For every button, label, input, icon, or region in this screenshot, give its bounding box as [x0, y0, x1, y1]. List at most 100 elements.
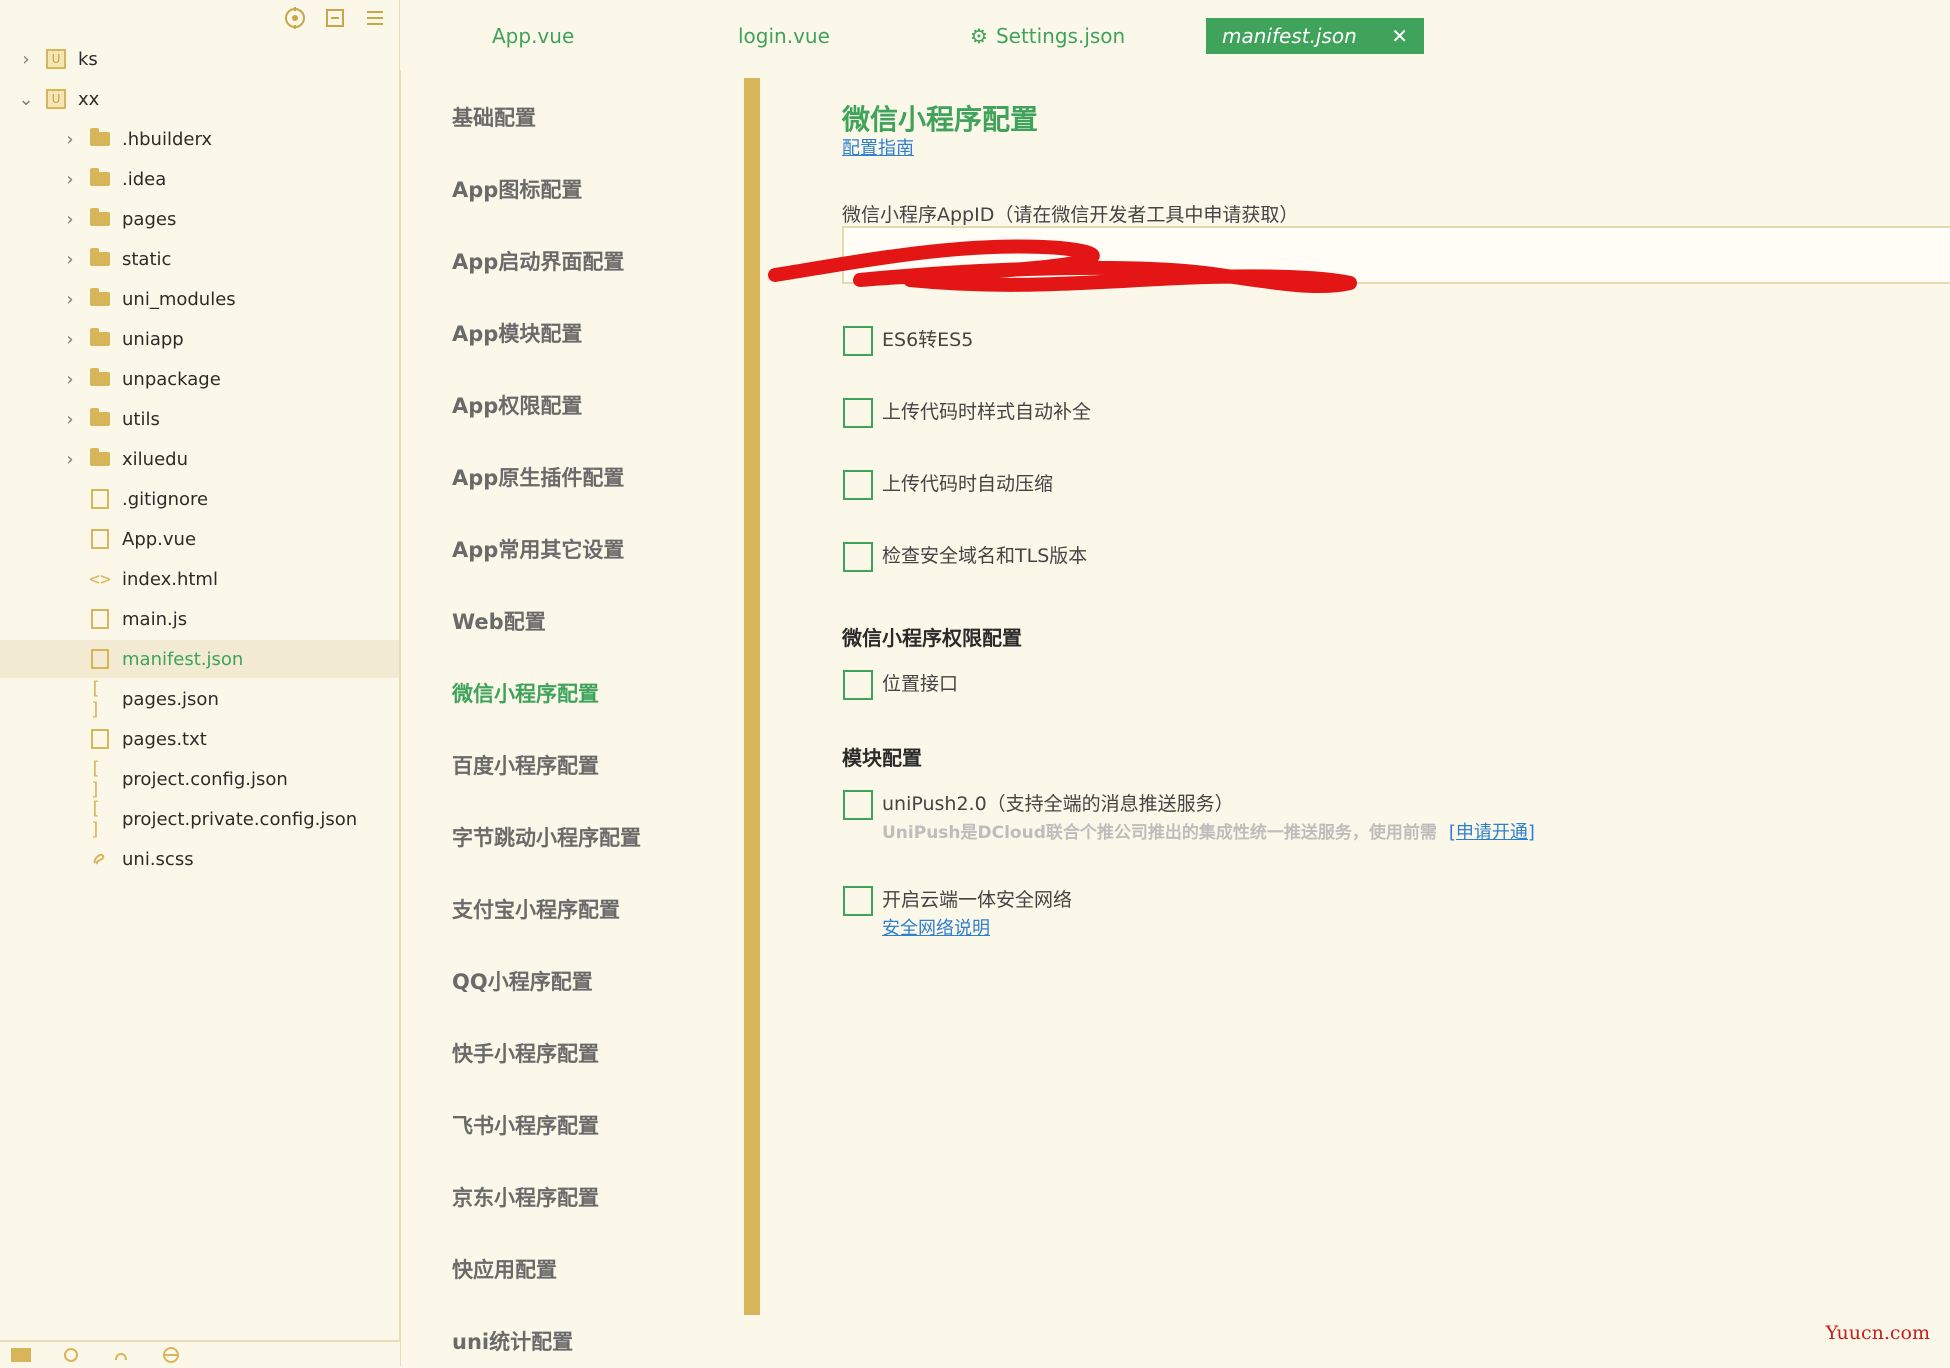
nav-item-qq-miniprogram[interactable]: QQ小程序配置	[452, 966, 593, 996]
tree-item-app-vue[interactable]: App.vue	[0, 520, 399, 558]
folder-icon	[90, 328, 110, 349]
secure-network-checkbox[interactable]	[843, 886, 873, 916]
chevron-right-icon[interactable]: ›	[60, 449, 80, 470]
chevron-right-icon[interactable]: ›	[16, 49, 36, 70]
html-file-icon: <>	[89, 568, 111, 590]
explorer-toolbar	[283, 6, 387, 30]
tab-label: login.vue	[738, 24, 830, 48]
folder-icon	[90, 288, 110, 309]
menu-icon[interactable]	[363, 6, 387, 30]
nav-item-basic[interactable]: 基础配置	[452, 102, 536, 132]
nav-item-wechat-miniprogram[interactable]: 微信小程序配置	[452, 678, 599, 708]
tree-item-utils[interactable]: › utils	[0, 400, 399, 438]
tree-item-main-js[interactable]: main.js	[0, 600, 399, 638]
nav-item-jd-miniprogram[interactable]: 京东小程序配置	[452, 1182, 599, 1212]
unipush-apply-link[interactable]: [申请开通]	[1449, 822, 1535, 843]
nav-item-kuaishou-miniprogram[interactable]: 快手小程序配置	[452, 1038, 599, 1068]
chevron-right-icon[interactable]: ›	[60, 169, 80, 190]
collapse-all-icon[interactable]	[323, 6, 347, 30]
tree-item-project-config[interactable]: [ ] project.config.json	[0, 758, 399, 800]
tree-item-uniapp[interactable]: › uniapp	[0, 320, 399, 358]
chevron-down-icon[interactable]: ⌄	[16, 89, 36, 110]
git-icon[interactable]	[112, 1346, 130, 1368]
nav-item-quickapp[interactable]: 快应用配置	[452, 1254, 557, 1284]
tree-item-label: ks	[78, 48, 98, 70]
tree-item-unpackage[interactable]: › unpackage	[0, 360, 399, 398]
tree-item-manifest-json[interactable]: manifest.json	[0, 640, 399, 678]
json-file-icon: [ ]	[90, 798, 101, 840]
nav-item-web[interactable]: Web配置	[452, 606, 546, 636]
nav-item-bytedance-miniprogram[interactable]: 字节跳动小程序配置	[452, 822, 641, 852]
nav-item-app-modules[interactable]: App模块配置	[452, 318, 582, 348]
nav-item-uni-stat[interactable]: uni统计配置	[452, 1326, 573, 1356]
nav-item-feishu-miniprogram[interactable]: 飞书小程序配置	[452, 1110, 599, 1140]
location-permission-checkbox[interactable]	[843, 670, 873, 700]
tree-item-gitignore[interactable]: .gitignore	[0, 480, 399, 518]
nav-item-baidu-miniprogram[interactable]: 百度小程序配置	[452, 750, 599, 780]
debug-icon[interactable]	[62, 1346, 80, 1368]
tree-item-hbuilderx[interactable]: › .hbuilderx	[0, 120, 399, 158]
chevron-right-icon[interactable]: ›	[60, 209, 80, 230]
tree-item-label: .idea	[122, 168, 167, 190]
chevron-right-icon[interactable]: ›	[60, 329, 80, 350]
tree-item-index-html[interactable]: <> index.html	[0, 560, 399, 598]
secure-network-label: 开启云端一体安全网络	[882, 889, 1073, 911]
check-domain-tls-checkbox[interactable]	[843, 542, 873, 572]
nav-item-alipay-miniprogram[interactable]: 支付宝小程序配置	[452, 894, 620, 924]
autocomplete-style-checkbox[interactable]	[843, 398, 873, 428]
nav-item-app-other[interactable]: App常用其它设置	[452, 534, 624, 564]
tree-item-project-private-config[interactable]: [ ] project.private.config.json	[0, 798, 399, 840]
secure-network-link[interactable]: 安全网络说明	[882, 914, 990, 940]
tab-label: Settings.json	[995, 24, 1126, 48]
nav-item-app-icon[interactable]: App图标配置	[452, 174, 582, 204]
tree-item-pages[interactable]: › pages	[0, 200, 399, 238]
tab-label: manifest.json	[1222, 24, 1357, 48]
tree-item-xiluedu[interactable]: › xiluedu	[0, 440, 399, 478]
tab-settings-json[interactable]: ⚙ Settings.json	[970, 18, 1125, 54]
tree-item-idea[interactable]: › .idea	[0, 160, 399, 198]
tree-item-ks[interactable]: › U ks	[0, 40, 399, 78]
es6-to-es5-checkbox[interactable]	[843, 326, 873, 356]
tree-item-label: pages.txt	[122, 728, 207, 750]
chevron-right-icon[interactable]: ›	[60, 409, 80, 430]
project-icon: U	[46, 89, 66, 109]
tree-item-label: xiluedu	[122, 448, 188, 470]
files-icon[interactable]	[10, 1346, 32, 1368]
unipush-desc-text: UniPush是DCloud联合个推公司推出的集成性统一推送服务，使用前需	[882, 823, 1437, 843]
chevron-right-icon[interactable]: ›	[60, 289, 80, 310]
close-icon[interactable]: ✕	[1391, 24, 1408, 48]
tree-item-label: utils	[122, 408, 160, 430]
auto-minify-checkbox[interactable]	[843, 470, 873, 500]
tab-app-vue[interactable]: App.vue	[492, 18, 574, 54]
page-title: 微信小程序配置	[842, 103, 1039, 136]
unipush-label: uniPush2.0（支持全端的消息推送服务）	[882, 793, 1234, 815]
tree-item-label: .hbuilderx	[122, 128, 213, 150]
tree-item-pages-json[interactable]: [ ] pages.json	[0, 678, 399, 720]
settings-nav-scrollbar[interactable]	[744, 78, 760, 1315]
browser-icon[interactable]	[162, 1346, 180, 1368]
nav-item-app-native-plugins[interactable]: App原生插件配置	[452, 462, 624, 492]
chevron-right-icon[interactable]: ›	[60, 249, 80, 270]
explorer-bottom-bar	[0, 1340, 400, 1368]
tree-item-xx[interactable]: ⌄ U xx	[0, 80, 399, 118]
watermark: Yuucn.com	[1825, 1322, 1930, 1344]
nav-item-app-splash[interactable]: App启动界面配置	[452, 246, 624, 276]
chevron-right-icon[interactable]: ›	[60, 369, 80, 390]
nav-item-app-permissions[interactable]: App权限配置	[452, 390, 582, 420]
file-icon	[90, 729, 110, 749]
redaction-scribble	[768, 239, 1357, 294]
chevron-right-icon[interactable]: ›	[60, 129, 80, 150]
tab-manifest-json[interactable]: manifest.json ✕	[1206, 18, 1424, 54]
tab-login-vue[interactable]: login.vue	[738, 18, 830, 54]
tree-item-uni-scss[interactable]: uni.scss	[0, 840, 399, 878]
tree-item-label: main.js	[122, 608, 188, 630]
tree-item-uni-modules[interactable]: › uni_modules	[0, 280, 399, 318]
tree-item-label: .gitignore	[122, 488, 209, 510]
config-guide-link[interactable]: 配置指南	[842, 134, 914, 160]
tree-item-pages-txt[interactable]: pages.txt	[0, 720, 399, 758]
tree-item-label: unpackage	[122, 368, 221, 390]
tree-item-static[interactable]: › static	[0, 240, 399, 278]
unipush-checkbox[interactable]	[843, 790, 873, 820]
tree-item-label: pages.json	[122, 688, 219, 710]
locate-icon[interactable]	[283, 6, 307, 30]
